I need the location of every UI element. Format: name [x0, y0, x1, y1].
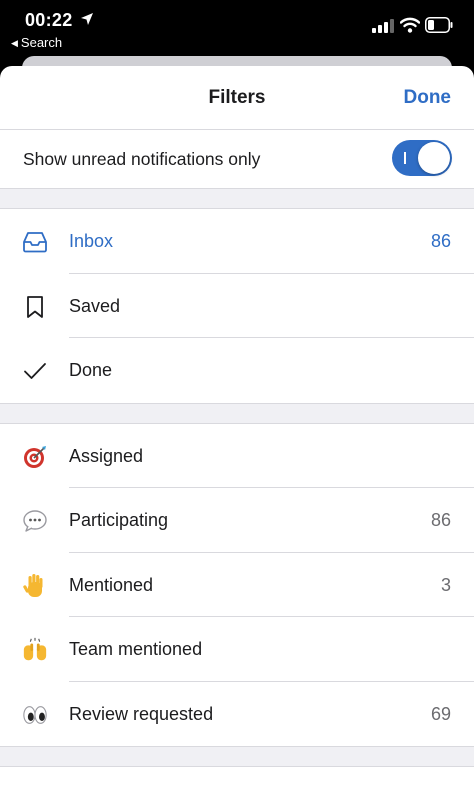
filter-row-assigned[interactable]: Assigned	[0, 424, 474, 488]
eyes-icon	[22, 702, 48, 728]
filter-label: Review requested	[69, 703, 214, 724]
raised-hand-icon	[22, 573, 48, 599]
filter-group-reasons: Assigned Participating 86 Mentioned 3 Te…	[0, 423, 474, 747]
unread-only-label: Show unread notifications only	[23, 149, 261, 169]
filter-label: Participating	[69, 510, 169, 530]
back-to-search-button[interactable]: ◀ Search	[11, 35, 62, 50]
status-time: 00:22	[25, 10, 73, 30]
wifi-icon	[400, 17, 420, 33]
filter-label: Inbox	[69, 231, 114, 251]
filter-row-done[interactable]: Done	[0, 338, 474, 403]
filter-label: Done	[69, 360, 113, 380]
filter-group-folders: Inbox 86 Saved Done	[0, 209, 474, 404]
raised-hands-icon	[22, 637, 48, 663]
location-arrow-icon	[81, 13, 93, 25]
filter-label: Assigned	[69, 445, 144, 466]
unread-only-toggle[interactable]	[392, 140, 452, 176]
filter-row-review-requested[interactable]: Review requested 69	[0, 682, 474, 747]
battery-icon	[425, 17, 453, 33]
inbox-icon	[22, 229, 48, 255]
back-triangle-icon: ◀	[11, 38, 18, 48]
filter-row-team-mentioned[interactable]: Team mentioned	[0, 617, 474, 682]
filter-count: 86	[430, 231, 451, 251]
section-gap	[0, 189, 474, 209]
speech-bubble-icon	[22, 508, 48, 534]
filter-count: 3	[440, 574, 451, 595]
filter-row-inbox[interactable]: Inbox 86	[0, 209, 474, 274]
target-icon	[22, 444, 48, 470]
bookmark-icon	[22, 294, 48, 320]
section-gap	[0, 747, 474, 767]
checkmark-icon	[22, 358, 48, 384]
done-button[interactable]: Done	[404, 87, 452, 109]
filter-count: 86	[430, 510, 451, 530]
filter-row-participating[interactable]: Participating 86	[0, 488, 474, 553]
toggle-on-indicator	[404, 152, 406, 164]
filters-sheet: Filters Done Show unread notifications o…	[0, 66, 474, 787]
section-gap	[0, 403, 474, 424]
filter-label: Mentioned	[69, 574, 154, 595]
filter-row-saved[interactable]: Saved	[0, 274, 474, 338]
filter-label: Team mentioned	[69, 639, 203, 659]
status-bar: 00:22 ◀ Search	[0, 0, 474, 56]
nav-bar: Filters Done	[0, 66, 474, 130]
cellular-signal-icon	[372, 19, 394, 33]
toggle-knob	[418, 142, 450, 174]
back-label: Search	[20, 35, 63, 50]
filter-row-mentioned[interactable]: Mentioned 3	[0, 553, 474, 617]
filter-count: 69	[430, 703, 451, 724]
unread-only-row: Show unread notifications only	[0, 130, 474, 189]
filter-label: Saved	[69, 295, 121, 316]
